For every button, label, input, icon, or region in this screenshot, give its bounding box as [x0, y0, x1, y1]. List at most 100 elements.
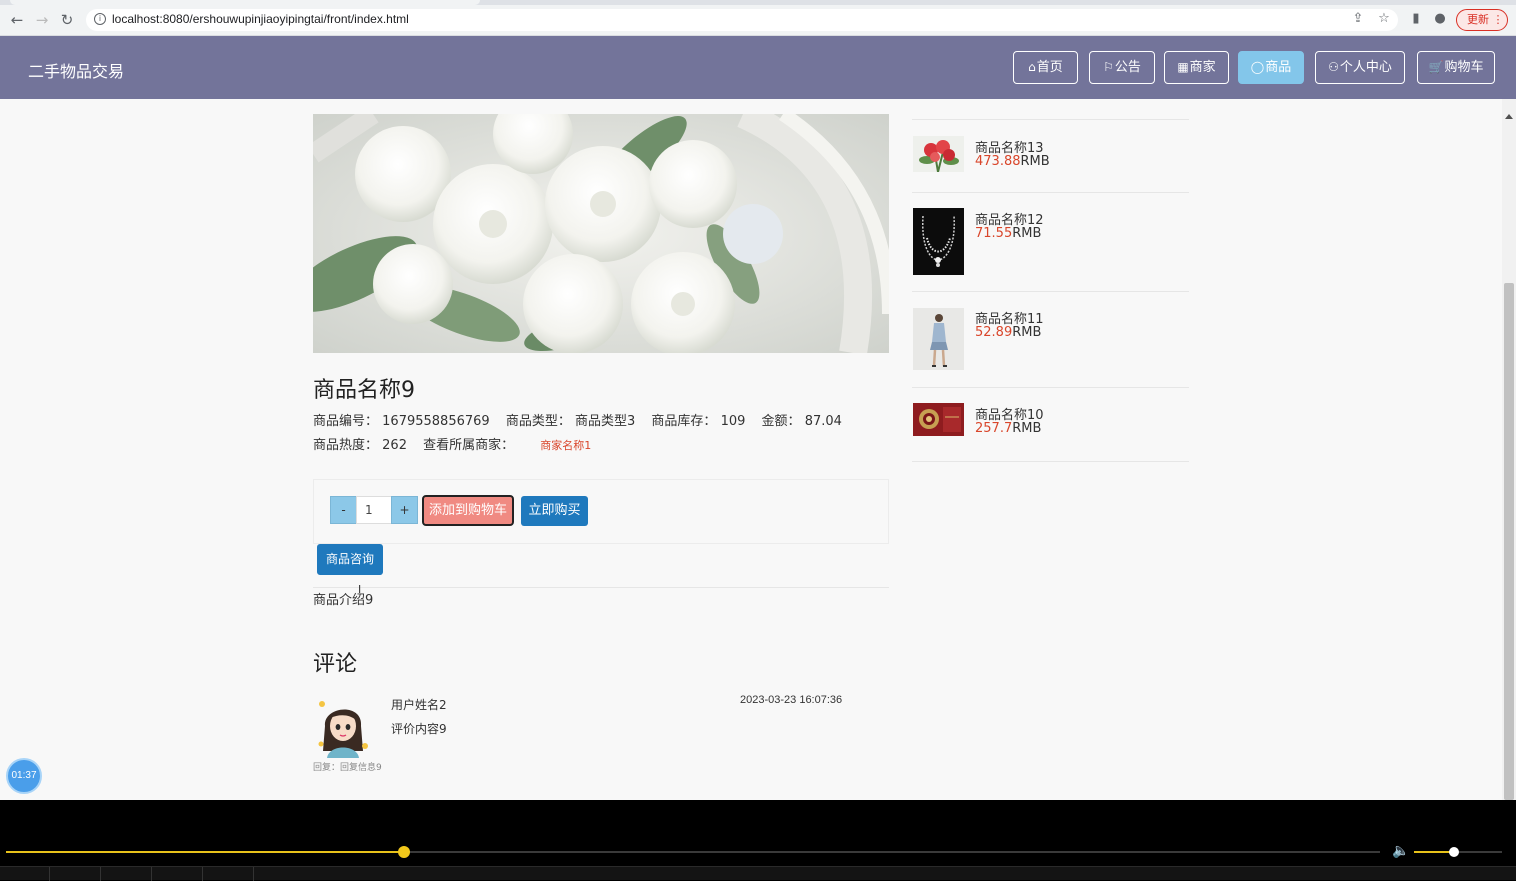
price-unit: RMB — [1012, 226, 1042, 241]
avatar — [313, 696, 373, 758]
nav-announcement[interactable]: ⚐公告 — [1089, 51, 1155, 84]
price-value: 473.88 — [975, 154, 1021, 169]
scroll-up-icon[interactable] — [1505, 114, 1513, 119]
merchant-label: 查看所属商家： — [423, 438, 515, 453]
text-cursor-icon: I — [358, 583, 362, 596]
side-panel-icon[interactable]: ▮ — [1408, 11, 1424, 27]
nav-merchant-label: 商家 — [1189, 60, 1216, 75]
product-price: 52.89RMB — [975, 325, 1041, 340]
home-icon: ⌂ — [1028, 60, 1036, 74]
page-scrollbar[interactable] — [1502, 99, 1516, 800]
gift-box-icon[interactable] — [913, 403, 964, 436]
nav-home-label: 首页 — [1036, 60, 1063, 75]
price-value: 71.55 — [975, 226, 1013, 241]
product-price: 257.7RMB — [975, 421, 1041, 436]
add-to-cart-button[interactable]: 添加到购物车 — [422, 495, 514, 526]
section-divider — [313, 587, 889, 588]
nav-profile[interactable]: ⚇个人中心 — [1315, 51, 1405, 84]
quantity-decrease-button[interactable]: - — [330, 496, 357, 524]
product-meta-row-1: 商品编号： 1679558856769 商品类型： 商品类型3 商品库存： 10… — [313, 410, 842, 429]
volume-slider[interactable] — [1414, 847, 1502, 857]
player-control[interactable] — [50, 867, 101, 881]
merchant-link[interactable]: 商家名称1 — [540, 439, 591, 452]
site-brand[interactable]: 二手物品交易 — [28, 58, 124, 82]
red-roses-icon[interactable] — [913, 136, 964, 172]
recording-timer[interactable]: 01:37 — [6, 758, 42, 794]
scrollbar-thumb[interactable] — [1504, 283, 1514, 800]
quantity-input[interactable]: 1 — [356, 496, 392, 524]
list-item[interactable]: 商品名称12 71.55RMB — [912, 193, 1189, 292]
list-item[interactable]: 商品名称11 52.89RMB — [912, 292, 1189, 388]
nav-profile-label: 个人中心 — [1339, 60, 1392, 75]
cart-icon: 🛒 — [1428, 60, 1444, 74]
update-button[interactable]: 更新 ⋮ — [1456, 9, 1508, 31]
nav-home[interactable]: ⌂首页 — [1013, 51, 1078, 84]
store-icon: ▦ — [1177, 60, 1189, 74]
code-label: 商品编号： — [313, 414, 379, 429]
address-bar[interactable]: i localhost:8080/ershouwupinjiaoyipingta… — [86, 9, 1398, 31]
video-progress-handle[interactable] — [398, 846, 411, 858]
video-player-bar: 🔈 — [0, 800, 1516, 881]
list-item[interactable]: 商品名称10 257.7RMB — [912, 388, 1189, 462]
share-icon[interactable]: ⇪ — [1350, 11, 1366, 27]
necklace-icon[interactable] — [913, 208, 964, 275]
product-icon: ◯ — [1250, 60, 1265, 74]
active-tab[interactable] — [10, 0, 480, 5]
player-control[interactable] — [101, 867, 152, 881]
product-meta-row-2: 商品热度： 262 查看所属商家： 商家名称1 — [313, 434, 591, 453]
player-control[interactable] — [203, 867, 254, 881]
product-intro: 商品介绍9 — [313, 593, 374, 608]
page-content: 商品名称9 商品编号： 1679558856769 商品类型： 商品类型3 商品… — [0, 99, 1516, 800]
user-icon: ⚇ — [1328, 60, 1339, 74]
forward-icon[interactable]: → — [33, 11, 51, 29]
nav-cart-label: 购物车 — [1444, 60, 1484, 75]
price-unit: RMB — [1012, 325, 1042, 340]
comment-reply: 回复：回复信息9 — [313, 763, 382, 773]
back-icon[interactable]: ← — [8, 11, 26, 29]
nav-cart[interactable]: 🛒购物车 — [1417, 51, 1495, 84]
comment-username: 用户姓名2 — [391, 698, 447, 712]
code-value: 1679558856769 — [382, 414, 490, 429]
product-price: 473.88RMB — [975, 154, 1050, 169]
volume-fill — [1414, 851, 1454, 853]
reload-icon[interactable]: ↻ — [58, 11, 76, 29]
fashion-model-icon[interactable] — [913, 308, 964, 370]
nav-products[interactable]: ◯商品 — [1238, 51, 1304, 84]
buy-now-button[interactable]: 立即购买 — [521, 496, 588, 526]
heat-label: 商品热度： — [313, 438, 379, 453]
product-image — [313, 114, 889, 353]
volume-handle[interactable] — [1448, 847, 1459, 857]
volume-icon[interactable]: 🔈 — [1392, 843, 1409, 859]
site-info-icon[interactable]: i — [94, 13, 106, 25]
comment-timestamp: 2023-03-23 16:07:36 — [740, 694, 843, 706]
player-control[interactable] — [152, 867, 203, 881]
user-avatar-icon — [313, 696, 373, 758]
price-value: 52.89 — [975, 325, 1013, 340]
product-title: 商品名称9 — [313, 378, 415, 403]
nav-merchant[interactable]: ▦商家 — [1164, 51, 1229, 84]
video-progress-fill — [6, 851, 405, 853]
flag-icon: ⚐ — [1103, 60, 1114, 74]
list-item[interactable]: 商品名称13 473.88RMB — [912, 120, 1189, 193]
quantity-increase-button[interactable]: + — [391, 496, 418, 524]
update-label: 更新 — [1467, 13, 1489, 26]
site-header: 二手物品交易 ⌂首页 ⚐公告 ▦商家 ◯商品 ⚇个人中心 🛒购物车 — [0, 36, 1516, 99]
profile-icon[interactable]: ● — [1432, 11, 1448, 27]
bookmark-star-icon[interactable]: ☆ — [1376, 11, 1392, 27]
product-price: 71.55RMB — [975, 226, 1041, 241]
type-label: 商品类型： — [505, 414, 571, 429]
player-control-strip — [0, 866, 1516, 881]
price-label: 金额： — [761, 414, 801, 429]
comment-content: 评价内容9 — [391, 722, 447, 736]
flower-bouquet-icon — [313, 114, 889, 353]
video-progress-track[interactable] — [6, 846, 1380, 858]
stock-label: 商品库存： — [651, 414, 717, 429]
nav-products-label: 商品 — [1265, 60, 1292, 75]
product-consult-button[interactable]: 商品咨询 — [317, 544, 383, 575]
stock-value: 109 — [720, 414, 746, 429]
url-text[interactable]: localhost:8080/ershouwupinjiaoyipingtai/… — [112, 12, 409, 26]
comments-title: 评论 — [313, 652, 358, 677]
price-value: 87.04 — [804, 414, 842, 429]
tab-strip — [0, 0, 1516, 5]
player-control[interactable] — [0, 867, 50, 881]
